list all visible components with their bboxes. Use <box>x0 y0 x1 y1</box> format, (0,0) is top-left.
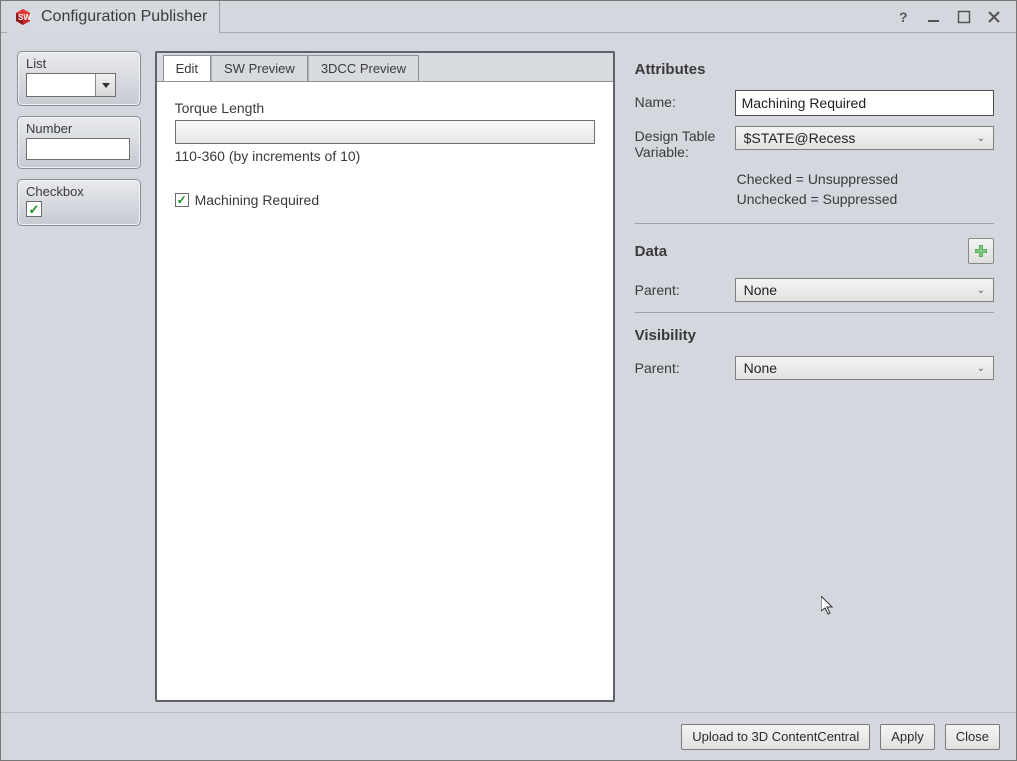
tabs: Edit SW Preview 3DCC Preview <box>157 53 613 81</box>
divider <box>635 312 994 313</box>
titlebar: SW Configuration Publisher ? <box>1 1 1016 33</box>
palette-checkbox-label: Checkbox <box>26 184 132 199</box>
dropdown-icon[interactable] <box>95 74 115 96</box>
state-hint-line2: Unchecked = Suppressed <box>737 190 994 210</box>
close-window-button[interactable] <box>984 7 1004 27</box>
tab-edit[interactable]: Edit <box>163 55 211 81</box>
visibility-parent-value: None <box>744 360 777 376</box>
divider <box>635 223 994 224</box>
upload-button[interactable]: Upload to 3D ContentCentral <box>681 724 870 750</box>
machining-required-label: Machining Required <box>195 192 320 208</box>
maximize-button[interactable] <box>954 7 974 27</box>
svg-text:?: ? <box>899 10 908 24</box>
data-parent-label: Parent: <box>635 278 735 298</box>
chevron-down-icon: ⌄ <box>977 285 985 296</box>
svg-text:SW: SW <box>18 13 31 22</box>
center-panel: Edit SW Preview 3DCC Preview Torque Leng… <box>155 51 615 702</box>
title-controls: ? <box>894 7 1010 27</box>
chevron-down-icon: ⌄ <box>977 363 985 374</box>
name-label: Name: <box>635 90 735 110</box>
window: SW Configuration Publisher ? List <box>0 0 1017 761</box>
torque-length-dropdown[interactable] <box>175 120 595 144</box>
palette-checkbox-box[interactable]: ✓ <box>26 201 42 217</box>
palette-list-label: List <box>26 56 132 71</box>
visibility-heading: Visibility <box>635 327 994 344</box>
properties-panel: Attributes Name: Design Table Variable: … <box>629 51 1000 702</box>
palette-number-input[interactable] <box>26 138 130 160</box>
title-tab: SW Configuration Publisher <box>7 1 220 33</box>
data-parent-select[interactable]: None ⌄ <box>735 278 994 302</box>
palette-number[interactable]: Number <box>17 116 141 169</box>
design-table-variable-label: Design Table Variable: <box>635 126 735 160</box>
visibility-parent-select[interactable]: None ⌄ <box>735 356 994 380</box>
apply-button[interactable]: Apply <box>880 724 935 750</box>
design-table-variable-value: $STATE@Recess <box>744 130 856 146</box>
state-hint-line1: Checked = Unsuppressed <box>737 170 994 190</box>
help-button[interactable]: ? <box>894 7 914 27</box>
palette: List Number Checkbox ✓ <box>17 51 141 702</box>
solidworks-icon: SW <box>13 7 33 27</box>
window-title: Configuration Publisher <box>41 8 207 26</box>
minimize-button[interactable] <box>924 7 944 27</box>
visibility-parent-label: Parent: <box>635 356 735 376</box>
close-button[interactable]: Close <box>945 724 1000 750</box>
palette-list-combo[interactable] <box>26 73 116 97</box>
tab-3dcc-preview[interactable]: 3DCC Preview <box>308 55 419 81</box>
torque-length-label: Torque Length <box>175 100 595 116</box>
data-parent-value: None <box>744 282 777 298</box>
attributes-heading: Attributes <box>635 61 994 78</box>
machining-required-checkbox[interactable]: ✓ <box>175 193 189 207</box>
design-table-variable-select[interactable]: $STATE@Recess ⌄ <box>735 126 994 150</box>
machining-required-row[interactable]: ✓ Machining Required <box>175 192 595 208</box>
bottom-bar: Upload to 3D ContentCentral Apply Close <box>1 712 1016 760</box>
palette-list[interactable]: List <box>17 51 141 106</box>
palette-number-label: Number <box>26 121 132 136</box>
data-heading: Data <box>635 243 668 260</box>
name-input[interactable] <box>735 90 994 116</box>
state-hint: Checked = Unsuppressed Unchecked = Suppr… <box>737 170 994 209</box>
add-data-button[interactable] <box>968 238 994 264</box>
torque-length-hint: 110-360 (by increments of 10) <box>175 148 595 164</box>
palette-checkbox[interactable]: Checkbox ✓ <box>17 179 141 226</box>
tab-sw-preview[interactable]: SW Preview <box>211 55 308 81</box>
canvas: Torque Length 110-360 (by increments of … <box>157 81 613 700</box>
chevron-down-icon: ⌄ <box>977 133 985 144</box>
palette-list-value <box>27 74 95 96</box>
body: List Number Checkbox ✓ Edit SW Pre <box>1 33 1016 712</box>
